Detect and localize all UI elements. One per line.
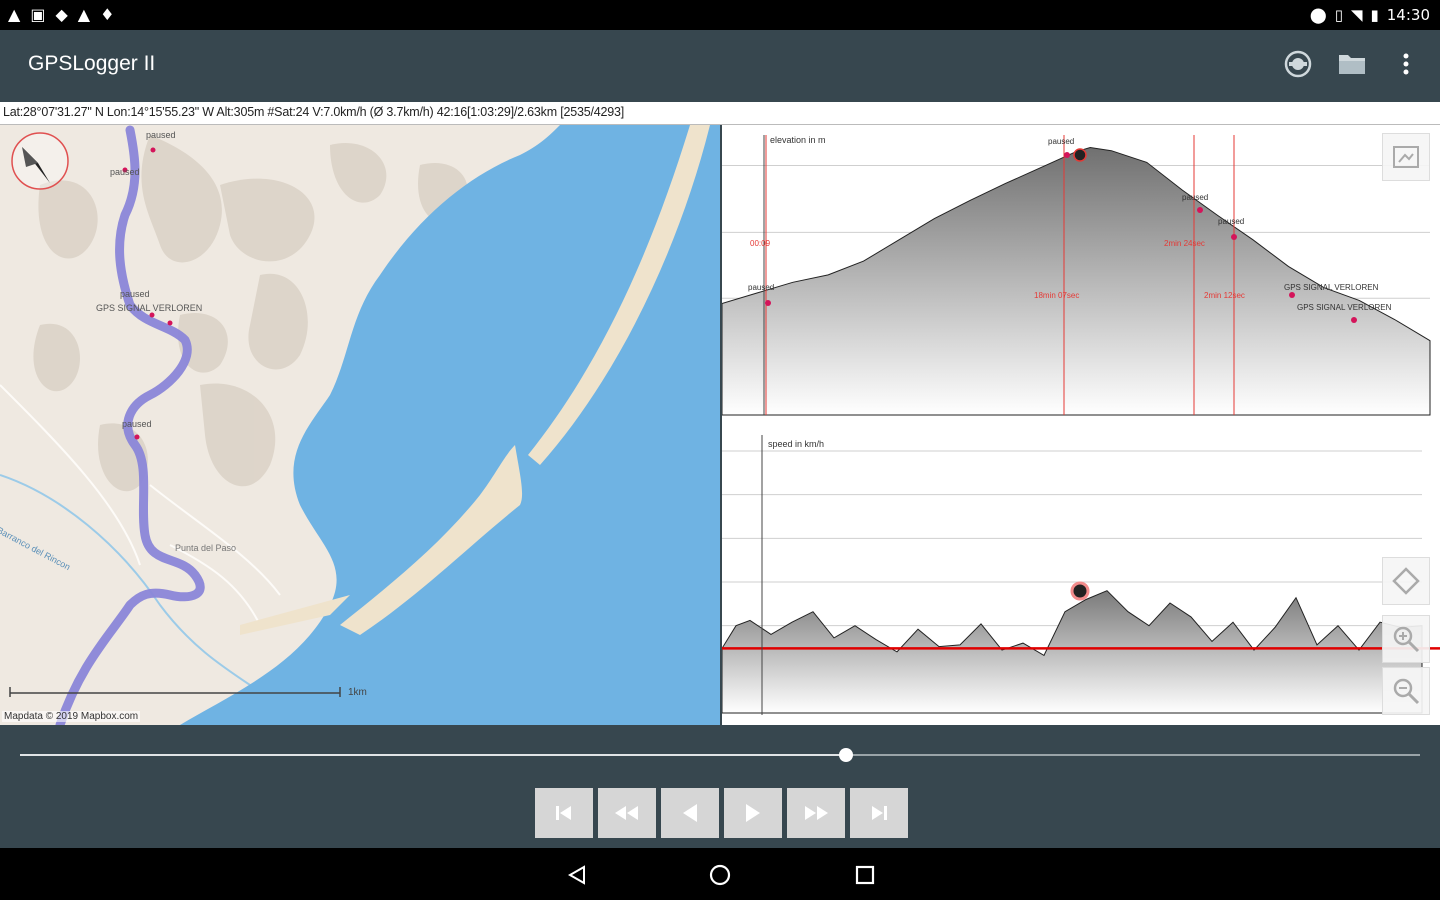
playback-controls [0, 726, 1440, 848]
elevation-chart-canvas: 27521215087 [722, 135, 1431, 416]
zoom-in-icon[interactable] [1382, 615, 1430, 663]
speed-ylabel: speed in km/h [768, 439, 825, 449]
playback-button-row [535, 788, 908, 838]
range-label: 2min 24sec [1164, 239, 1205, 248]
status-bar: ▲ ▣ ◆ ▲ ♦ ⬤ ▯ ◥ ▮ 14:30 [0, 0, 1440, 30]
map-attribution: Mapdata © 2019 Mapbox.com [2, 711, 141, 722]
current-speed-marker [1070, 581, 1090, 601]
skip-to-start-icon[interactable] [535, 788, 593, 838]
range-label: 00:09 [750, 239, 771, 248]
elevation-ylabel: elevation in m [770, 135, 826, 145]
warning-icon: ▲ [8, 5, 21, 24]
gps-info-text: Lat:28°07'31.27" N Lon:14°15'55.23" W Al… [3, 105, 625, 119]
clock: 14:30 [1386, 6, 1430, 24]
elevation-area [722, 146, 1431, 416]
scale-label: 1km [348, 687, 367, 698]
range-label: 18min 07sec [1034, 291, 1080, 300]
marker-label: paused [1048, 137, 1075, 146]
location-icon: ⬤ [1309, 6, 1327, 24]
map-canvas[interactable] [0, 125, 720, 725]
system-nav-bar [0, 848, 1440, 900]
charts-panel: 27521215087 elevation in m paused paused… [722, 125, 1440, 725]
compass-icon[interactable] [11, 132, 69, 190]
shield-icon: ◆ [55, 5, 68, 24]
more-vert-icon[interactable] [1390, 48, 1422, 80]
battery-icon: ▮ [1370, 6, 1379, 24]
map-view[interactable]: paused paused paused GPS SIGNAL VERLOREN… [0, 125, 720, 725]
image-icon: ▣ [30, 5, 46, 24]
seek-bar-thumb[interactable] [839, 748, 853, 762]
marker-label: paused [1218, 217, 1245, 226]
zoom-out-icon[interactable] [1382, 667, 1430, 715]
warning-icon: ▲ [77, 5, 91, 24]
play-icon[interactable] [724, 788, 782, 838]
wifi-icon: ◥ [1350, 6, 1363, 24]
marker-label: GPS SIGNAL VERLOREN [1297, 303, 1392, 312]
fast-forward-icon[interactable] [787, 788, 845, 838]
app-bar-actions [1282, 48, 1422, 80]
marker-label: GPS SIGNAL VERLOREN [96, 303, 203, 313]
marker-label: paused [1182, 193, 1209, 202]
marker-label: paused [748, 283, 775, 292]
marker-label: paused [122, 419, 152, 429]
play-reverse-icon[interactable] [661, 788, 719, 838]
app-bar: GPSLogger II [0, 30, 1440, 100]
marker-label: paused [110, 167, 140, 177]
range-label: 2min 12sec [1204, 291, 1245, 300]
system-icons: ⬤ ▯ ◥ ▮ 14:30 [1310, 5, 1430, 25]
app-title: GPSLogger II [28, 52, 156, 75]
home-icon[interactable] [705, 860, 735, 890]
notification-icons: ▲ ▣ ◆ ▲ ♦ [8, 5, 114, 25]
center-icon[interactable] [1382, 557, 1430, 605]
speed-chart-canvas: 1512.5107.552.50 [722, 435, 1440, 715]
seek-bar[interactable] [20, 748, 1420, 762]
location-disabled-icon[interactable] [1282, 48, 1314, 80]
speed-chart[interactable]: 1512.5107.552.50 speed in km/h [722, 425, 1440, 725]
seek-bar-progress [20, 754, 846, 756]
fast-rewind-icon[interactable] [598, 788, 656, 838]
vibrate-icon: ▯ [1334, 6, 1343, 24]
gps-info-bar: Lat:28°07'31.27" N Lon:14°15'55.23" W Al… [0, 102, 1440, 125]
place-label: Punta del Paso [175, 543, 237, 553]
elevation-chart[interactable]: 27521215087 elevation in m paused paused… [722, 125, 1440, 425]
marker-label: GPS SIGNAL VERLOREN [1284, 283, 1379, 292]
skip-to-end-icon[interactable] [850, 788, 908, 838]
back-icon[interactable] [562, 860, 592, 890]
recents-icon[interactable] [850, 860, 880, 890]
stream-line [0, 474, 251, 686]
fullscreen-icon[interactable] [1382, 133, 1430, 181]
folder-icon[interactable] [1336, 48, 1368, 80]
speed-area [722, 590, 1423, 714]
marker-label: paused [146, 130, 176, 140]
current-position-marker [1073, 148, 1087, 162]
marker-label: paused [120, 289, 150, 299]
pin-icon: ♦ [100, 5, 115, 24]
